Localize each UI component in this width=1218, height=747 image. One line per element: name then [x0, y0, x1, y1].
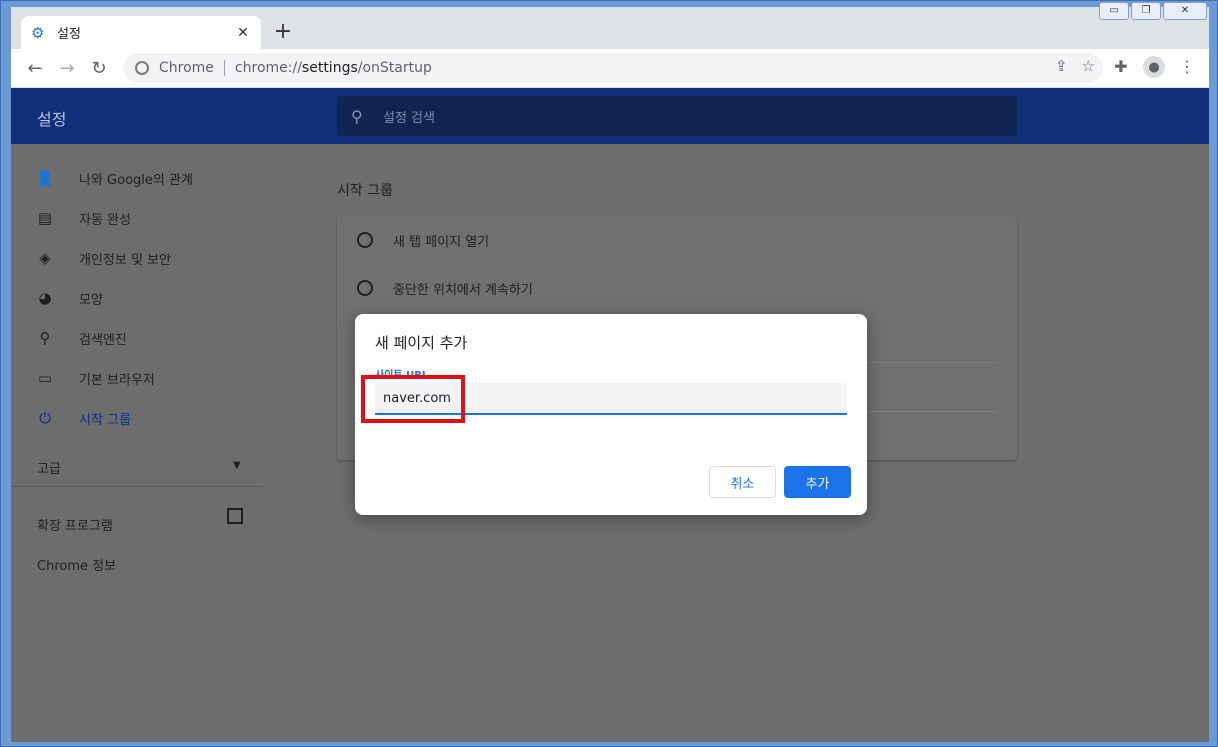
dialog-title: 새 페이지 추가 [375, 334, 468, 352]
extensions-puzzle-icon[interactable]: ✚ [1109, 55, 1133, 79]
search-placeholder: 설정 검색 [383, 110, 435, 126]
sidebar-item-search-engine[interactable]: ⚲ 검색엔진 [35, 328, 127, 348]
window-content: ⚙ 설정 ✕ + ▭ ❐ ✕ ← → ↻ Chrome chrome://set… [11, 2, 1209, 742]
browser-icon: ▭ [37, 369, 53, 387]
forward-button[interactable]: → [55, 57, 79, 81]
omnibox-separator [223, 60, 225, 76]
sidebar-item-label: 나와 Google의 관계 [79, 172, 193, 188]
sidebar-item-label: 기본 브라우저 [79, 372, 155, 388]
power-icon: ⏻ [39, 409, 51, 427]
url-prefix: chrome:// [234, 60, 302, 76]
open-in-new-icon[interactable] [227, 508, 243, 524]
radio-button[interactable] [357, 280, 373, 296]
toolbar-right: ✚ ● ⋮ [1109, 55, 1199, 79]
red-highlight-box [361, 375, 465, 423]
sidebar-item-label: 모양 [79, 292, 103, 308]
restore-button[interactable]: ❐ [1131, 2, 1161, 20]
gear-icon: ⚙ [31, 23, 45, 42]
option-new-tab[interactable]: 새 탭 페이지 열기 [357, 230, 489, 250]
caret-down-icon[interactable]: ▼ [233, 460, 241, 471]
sidebar-item-on-startup[interactable]: ⏻ 시작 그룹 [35, 408, 131, 428]
minimize-button[interactable]: ▭ [1099, 2, 1129, 20]
sidebar-divider [11, 486, 263, 487]
omnibox-url[interactable]: chrome://settings/onStartup [235, 60, 432, 76]
omnibox[interactable]: Chrome chrome://settings/onStartup ⇪ ☆ [123, 53, 1103, 83]
url-path: /onStartup [357, 60, 432, 76]
palette-icon: ◕ [38, 289, 52, 307]
omnibox-actions: ⇪ ☆ [1055, 57, 1095, 75]
sidebar-item-label: 검색엔진 [79, 332, 127, 348]
reload-button[interactable]: ↻ [87, 57, 111, 81]
tab-strip: ⚙ 설정 ✕ + ▭ ❐ ✕ [11, 2, 1209, 49]
option-label: 새 탭 페이지 열기 [393, 234, 490, 250]
clipboard-icon: ▤ [37, 209, 53, 227]
sidebar-advanced[interactable]: 고급 [37, 458, 61, 477]
tab-title: 설정 [57, 27, 81, 42]
profile-avatar-icon[interactable]: ● [1143, 56, 1165, 78]
page-title: 설정 [37, 110, 67, 129]
sidebar-extensions[interactable]: 확장 프로그램 [37, 515, 113, 534]
sidebar-item-privacy[interactable]: ◈ 개인정보 및 보안 [35, 248, 171, 268]
sidebar-item-appearance[interactable]: ◕ 모양 [35, 288, 103, 308]
menu-kebab-icon[interactable]: ⋮ [1175, 55, 1199, 79]
tab-close-icon[interactable]: ✕ [235, 25, 251, 41]
chrome-site-icon[interactable] [135, 61, 149, 75]
settings-header: 설정 ⚲ 설정 검색 [11, 88, 1209, 144]
radio-button[interactable] [357, 232, 373, 248]
url-host: settings [301, 60, 358, 76]
option-continue[interactable]: 중단한 위치에서 계속하기 [357, 278, 533, 298]
shield-icon: ◈ [39, 249, 51, 267]
section-title: 시작 그룹 [337, 183, 393, 199]
sidebar-item-you-and-google[interactable]: 👤 나와 Google의 관계 [35, 168, 193, 188]
sidebar-item-label: 시작 그룹 [79, 412, 131, 428]
search-icon: ⚲ [351, 106, 363, 126]
toolbar: ← → ↻ Chrome chrome://settings/onStartup… [11, 49, 1209, 88]
sidebar-item-label: 개인정보 및 보안 [79, 252, 171, 268]
option-label: 중단한 위치에서 계속하기 [393, 282, 533, 298]
new-tab-button[interactable]: + [271, 21, 295, 45]
share-icon[interactable]: ⇪ [1055, 57, 1068, 75]
sidebar-item-label: 자동 완성 [79, 212, 131, 228]
sidebar-item-autofill[interactable]: ▤ 자동 완성 [35, 208, 131, 228]
add-page-dialog: 새 페이지 추가 사이트 URL 취소 추가 [355, 314, 867, 515]
person-icon: 👤 [35, 169, 55, 187]
browser-window: ⚙ 설정 ✕ + ▭ ❐ ✕ ← → ↻ Chrome chrome://set… [0, 0, 1218, 747]
settings-search[interactable]: ⚲ 설정 검색 [337, 96, 1017, 136]
sidebar: 👤 나와 Google의 관계 ▤ 자동 완성 ◈ 개인정보 및 보안 ◕ 모양… [11, 144, 263, 742]
tab-settings[interactable]: ⚙ 설정 ✕ [21, 16, 261, 49]
close-window-button[interactable]: ✕ [1163, 2, 1207, 20]
sidebar-about-chrome[interactable]: Chrome 정보 [37, 555, 116, 574]
cancel-button[interactable]: 취소 [709, 466, 776, 498]
omnibox-site-label: Chrome [159, 60, 214, 76]
search-icon: ⚲ [39, 329, 51, 347]
window-controls: ▭ ❐ ✕ [1099, 2, 1207, 20]
back-button[interactable]: ← [23, 57, 47, 81]
add-button[interactable]: 추가 [784, 466, 851, 498]
star-icon[interactable]: ☆ [1082, 57, 1095, 75]
sidebar-item-default-browser[interactable]: ▭ 기본 브라우저 [35, 368, 155, 388]
